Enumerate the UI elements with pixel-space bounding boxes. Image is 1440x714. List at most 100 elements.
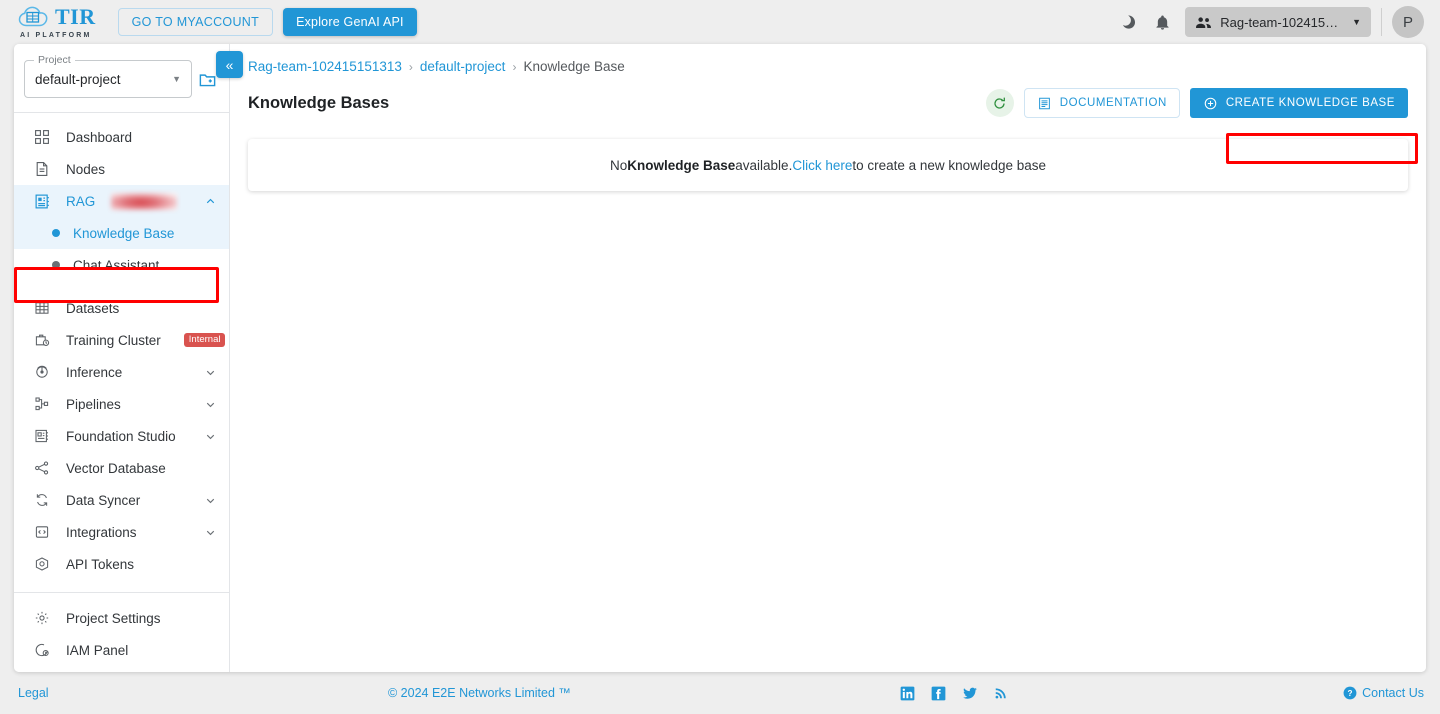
refresh-icon[interactable] [985,89,1014,117]
document-icon [32,159,52,179]
tir-logo[interactable]: TIR AI PLATFORM [18,5,96,39]
vector-database-icon [32,458,52,478]
double-chevron-left-icon[interactable]: « [216,51,243,78]
sidebar-item-integrations[interactable]: Integrations [14,516,229,548]
topbar-right-controls: Rag-team-102415… ▼ P [1111,5,1440,39]
sidebar-item-iam-panel[interactable]: IAM Panel [14,634,229,666]
rag-icon [32,191,52,211]
sidebar: Project default-project ▼ Dashboard Node… [14,44,230,672]
chevron-down-icon[interactable] [204,366,217,379]
footer: Legal © 2024 E2E Networks Limited ™ ? Co… [0,672,1440,714]
breadcrumb-team[interactable]: Rag-team-102415151313 [248,59,402,74]
help-circle-icon: ? [1343,686,1357,700]
footer-copyright: © 2024 E2E Networks Limited ™ [388,686,571,700]
empty-state-suffix: to create a new knowledge base [852,157,1046,173]
contact-us-label: Contact Us [1362,686,1424,700]
sidebar-item-label: Integrations [66,524,137,540]
sidebar-item-nodes[interactable]: Nodes [14,153,229,185]
chevron-down-icon[interactable] [204,494,217,507]
empty-state-bold: Knowledge Base [627,157,736,173]
project-label: Project [34,54,75,66]
project-value: default-project [35,71,121,87]
plus-circle-icon [1203,96,1218,111]
rss-icon[interactable] [994,686,1008,700]
sidebar-item-foundation-studio[interactable]: Foundation Studio [14,420,229,452]
sidebar-item-label: Dashboard [66,129,133,145]
breadcrumb-project[interactable]: default-project [420,59,506,74]
empty-state-prefix: No [609,157,628,173]
chevron-down-icon: ▼ [172,74,181,84]
linkedin-icon[interactable] [900,686,915,701]
chevron-down-icon[interactable] [204,526,217,539]
people-icon [1195,16,1212,29]
sidebar-item-api-tokens[interactable]: API Tokens [14,548,229,580]
sidebar-item-training-cluster[interactable]: Training Cluster Internal [14,324,229,356]
sidebar-item-knowledge-base[interactable]: Knowledge Base [14,217,229,249]
sidebar-item-rag[interactable]: RAG [14,185,229,217]
create-label: CREATE KNOWLEDGE BASE [1225,97,1395,109]
footer-legal-link[interactable]: Legal [18,686,49,700]
sidebar-item-vector-database[interactable]: Vector Database [14,452,229,484]
explore-genai-api-button[interactable]: Explore GenAI API [283,8,417,36]
page-actions: DOCUMENTATION CREATE KNOWLEDGE BASE [985,88,1408,118]
facebook-icon[interactable] [931,686,946,701]
logo-text: TIR [55,4,96,29]
empty-state-link[interactable]: Click here [792,158,852,173]
bullet-icon [52,261,60,269]
footer-social-links [900,686,1008,701]
sidebar-item-label: Foundation Studio [66,428,176,444]
inference-icon [32,362,52,382]
sidebar-subitem-label: Knowledge Base [73,225,175,241]
chevron-down-icon[interactable] [204,430,217,443]
status-badge: Internal [183,332,226,348]
sidebar-item-data-syncer[interactable]: Data Syncer [14,484,229,516]
cloud-logo-icon [18,5,52,29]
training-cluster-icon [32,330,52,350]
avatar[interactable]: P [1392,6,1424,38]
sidebar-nav: Dashboard Nodes RAG Knowledge Base Chat … [14,113,229,592]
documentation-button[interactable]: DOCUMENTATION [1023,88,1180,118]
sidebar-item-label: Training Cluster [66,332,161,348]
sidebar-item-chat-assistant[interactable]: Chat Assistant [14,249,229,281]
api-tokens-icon [32,554,52,574]
sidebar-item-label: IAM Panel [66,642,129,658]
sidebar-item-dashboard[interactable]: Dashboard [14,121,229,153]
sidebar-item-project-settings[interactable]: Project Settings [14,602,229,634]
foundation-studio-icon [32,426,52,446]
empty-state-middle: available. [735,157,793,173]
team-selector[interactable]: Rag-team-102415… ▼ [1185,7,1371,37]
sidebar-item-label: Pipelines [66,396,121,412]
book-icon [1037,96,1052,111]
project-select[interactable]: Project default-project ▼ [24,54,192,98]
page-header: Knowledge Bases DOCUMENTATION CREATE KNO… [230,74,1426,118]
sidebar-subitem-label: Chat Assistant [73,257,160,273]
data-syncer-icon [32,490,52,510]
documentation-label: DOCUMENTATION [1059,97,1167,109]
sidebar-item-label: RAG [66,193,96,209]
empty-state-card: No Knowledge Base available. Click here … [248,139,1408,191]
breadcrumb-separator: › [408,59,413,74]
moon-icon[interactable] [1111,5,1145,39]
app-shell: Project default-project ▼ Dashboard Node… [14,44,1426,672]
new-folder-icon[interactable] [198,70,217,89]
dashboard-icon [32,127,52,147]
sidebar-bottom-section: Project Settings IAM Panel [14,592,229,672]
chevron-down-icon[interactable] [204,398,217,411]
twitter-icon[interactable] [962,686,978,701]
bell-icon[interactable] [1145,5,1179,39]
sidebar-item-pipelines[interactable]: Pipelines [14,388,229,420]
team-name-label: Rag-team-102415… [1220,14,1339,30]
svg-text:?: ? [1348,689,1353,698]
sidebar-item-datasets[interactable]: Datasets [14,292,229,324]
contact-us-link[interactable]: ? Contact Us [1343,686,1424,700]
breadcrumb: Rag-team-102415151313 › default-project … [230,44,1426,74]
create-knowledge-base-button[interactable]: CREATE KNOWLEDGE BASE [1189,88,1408,118]
chevron-up-icon[interactable] [204,195,217,208]
go-to-myaccount-button[interactable]: GO TO MYACCOUNT [117,8,274,36]
sidebar-item-label: API Tokens [66,556,135,572]
sidebar-item-label: Inference [66,364,123,380]
sidebar-item-inference[interactable]: Inference [14,356,229,388]
sidebar-item-label: Datasets [66,300,120,316]
sidebar-item-label: Project Settings [66,610,161,626]
